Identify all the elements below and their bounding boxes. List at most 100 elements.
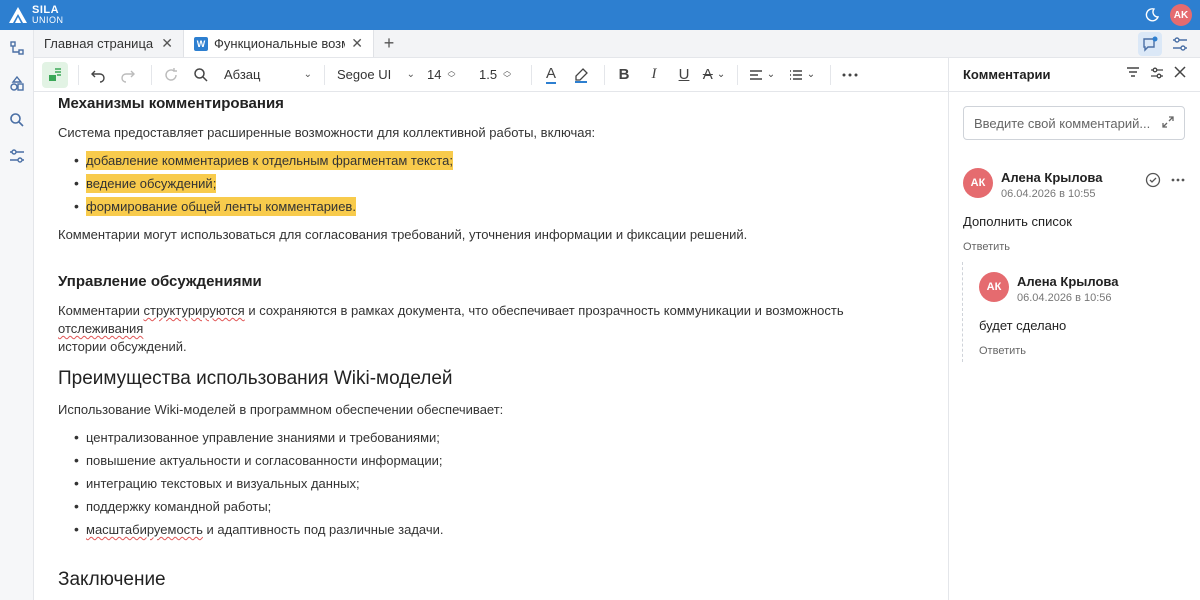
font-size-value: 14 (427, 67, 442, 82)
shapes-icon[interactable] (0, 66, 34, 102)
tab-document[interactable]: W Функциональные возм ✕ (184, 30, 374, 57)
comment-reply: АК Алена Крылова 06.04.2026 в 10:56 буде… (979, 272, 1187, 364)
thread-divider (962, 262, 963, 362)
search-icon[interactable] (0, 102, 34, 138)
filter-icon[interactable] (1126, 66, 1140, 83)
user-avatar[interactable]: AK (1170, 4, 1192, 26)
list-select[interactable]: ⌄ (784, 62, 820, 88)
settings-sliders-icon[interactable] (1168, 32, 1192, 56)
bullet-list: централизованное управление знаниями и т… (58, 426, 918, 541)
highlighted-text[interactable]: ведение обсуждений; (86, 174, 217, 193)
comment-timestamp: 06.04.2026 в 10:55 (1001, 188, 1096, 200)
chevron-down-icon: ⌄ (406, 69, 415, 80)
stepper-arrows-icon[interactable]: ︿ ﹀ (447, 66, 455, 83)
spellcheck-word[interactable]: структурируются (144, 303, 245, 318)
text-run: и сохраняются в рамках документа, что об… (244, 303, 844, 318)
highlighted-text[interactable]: добавление комментариев к отдельным фраг… (86, 151, 453, 170)
heading-wiki-advantages: Преимущества использования Wiki-моделей (58, 368, 453, 389)
app-logo[interactable]: SILA UNION (8, 5, 64, 25)
text-color-button[interactable]: A (538, 62, 564, 88)
more-icon[interactable] (837, 62, 863, 88)
heading-conclusion: Заключение (58, 569, 166, 590)
close-icon[interactable]: ✕ (161, 35, 173, 52)
tab-bar: Главная страница ✕ W Функциональные возм… (34, 30, 1200, 58)
comments-panel-header: Комментарии (949, 58, 1200, 92)
spellcheck-word[interactable]: масштабируемость (86, 522, 203, 537)
comment-author: Алена Крылова (1001, 170, 1103, 185)
logo-icon (9, 7, 27, 23)
bullet-list: добавление комментариев к отдельным фраг… (58, 149, 918, 218)
paragraph: Использование Wiki-моделей в программном… (58, 402, 504, 417)
divider (830, 64, 831, 85)
document-icon: W (194, 36, 208, 51)
comment-input[interactable]: Введите свой комментарий... (963, 106, 1185, 140)
list-item: поддержку командной работы; (58, 495, 918, 518)
close-icon[interactable] (1174, 66, 1186, 83)
line-spacing-value: 1.5 (479, 67, 498, 82)
comment-input-placeholder: Введите свой комментарий... (974, 115, 1151, 131)
redo-icon[interactable] (115, 62, 141, 88)
underline-button[interactable]: U (671, 62, 697, 88)
expand-icon[interactable] (1162, 115, 1174, 131)
undo-icon[interactable] (85, 62, 111, 88)
logo-text-union: UNION (32, 15, 64, 25)
divider (324, 64, 325, 85)
clear-format-button[interactable]: A ⌄ (701, 62, 727, 88)
filter-settings-icon[interactable] (0, 138, 34, 174)
text-run: и адаптивность под различные задачи. (202, 522, 444, 537)
avatar: АК (963, 168, 993, 198)
underline-icon: U (678, 66, 690, 83)
more-icon[interactable] (1171, 172, 1185, 191)
comments-panel: Комментарии Введите свой комментарий... … (948, 58, 1200, 600)
highlight-color-icon[interactable] (568, 62, 594, 88)
structure-icon[interactable] (0, 30, 34, 66)
add-tab-button[interactable]: + (374, 30, 404, 57)
align-select[interactable]: ⌄ (744, 62, 780, 88)
heading-discussions: Управление обсуждениями (58, 273, 262, 290)
find-icon[interactable] (188, 62, 214, 88)
tab-home[interactable]: Главная страница ✕ (34, 30, 184, 57)
paragraph: Система предоставляет расширенные возмож… (58, 125, 596, 140)
edit-mode-icon[interactable] (42, 61, 68, 88)
paragraph-style-value: Абзац (224, 67, 261, 82)
left-rail (0, 30, 34, 600)
reply-link[interactable]: Ответить (963, 241, 1010, 253)
italic-button[interactable]: I (641, 62, 667, 88)
logo-text-sila: SILA (32, 4, 60, 16)
divider (78, 64, 79, 85)
night-mode-icon[interactable] (1144, 7, 1160, 23)
bold-button[interactable]: B (611, 62, 637, 88)
divider (604, 64, 605, 85)
line-spacing-stepper[interactable]: 1.5 ︿ ﹀ (473, 66, 525, 83)
top-bar: SILA UNION AK (0, 0, 1200, 30)
refresh-icon[interactable] (158, 62, 184, 88)
close-icon[interactable]: ✕ (351, 35, 363, 52)
spellcheck-word[interactable]: отслеживания (58, 321, 143, 336)
comments-toggle-icon[interactable] (1138, 32, 1162, 56)
reply-link[interactable]: Ответить (979, 345, 1026, 357)
comment-author: Алена Крылова (1017, 274, 1119, 289)
font-size-stepper[interactable]: 14 ︿ ﹀ (421, 66, 473, 83)
stepper-arrows-icon[interactable]: ︿ ﹀ (503, 66, 511, 83)
tab-label: Функциональные возм (214, 36, 346, 51)
resolve-check-icon[interactable] (1145, 172, 1161, 191)
chevron-down-icon: ⌄ (766, 69, 776, 80)
highlighted-text[interactable]: формирование общей ленты комментариев. (86, 197, 356, 216)
settings-sliders-icon[interactable] (1150, 66, 1164, 83)
paragraph-style-select[interactable]: Абзац ⌄ (218, 62, 318, 88)
text-run: истории обсуждений. (58, 339, 187, 354)
italic-icon: I (651, 66, 657, 82)
text-color-icon: A (545, 64, 556, 84)
paragraph: Комментарии структурируются и сохраняютс… (58, 302, 918, 356)
font-family-select[interactable]: Segoe UI ⌄ (331, 62, 421, 88)
bold-icon: B (618, 66, 630, 83)
paragraph: Комментарии могут использоваться для сог… (58, 227, 748, 242)
chevron-down-icon: ⌄ (303, 69, 312, 80)
list-item: интеграцию текстовых и визуальных данных… (58, 472, 918, 495)
divider (151, 64, 152, 85)
avatar: АК (979, 272, 1009, 302)
clear-format-icon: A (702, 66, 713, 83)
chevron-down-icon: ⌄ (716, 69, 726, 80)
chevron-down-icon: ⌄ (806, 69, 816, 80)
document-area[interactable]: Механизмы комментирования Система предос… (34, 92, 948, 600)
